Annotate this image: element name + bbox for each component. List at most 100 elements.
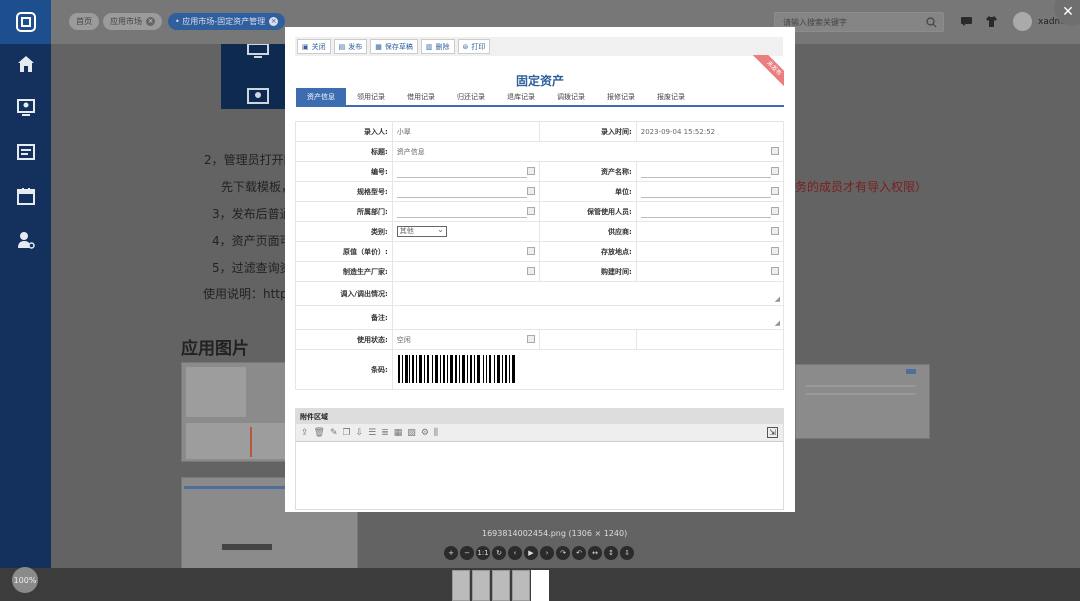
- list-icon[interactable]: ☰: [368, 428, 376, 438]
- download-icon[interactable]: ⇩: [356, 428, 364, 438]
- remark-textarea[interactable]: ◢: [391, 305, 785, 330]
- search-input[interactable]: 请输入搜索关键字: [774, 12, 944, 32]
- dept-field[interactable]: [391, 201, 540, 222]
- price-field[interactable]: [391, 241, 540, 262]
- button-label: 打印: [471, 42, 486, 51]
- asset-name-field[interactable]: [635, 161, 785, 182]
- maker-field[interactable]: [391, 261, 540, 282]
- code-field[interactable]: [391, 161, 540, 182]
- tab-scrap-records[interactable]: 报废记录: [646, 88, 696, 105]
- rotate-right-icon[interactable]: ↷: [556, 546, 570, 560]
- detail-list-icon[interactable]: ≣: [381, 428, 389, 438]
- filmstrip-thumb[interactable]: [472, 570, 490, 601]
- expand-icon[interactable]: ⇲: [767, 427, 778, 438]
- attachment-toolbar: ⇪ 🗑 ✎ ❐ ⇩ ☰ ≣ ▦ ▨ ⚙ ⫼ ⇲: [296, 424, 783, 442]
- status-field[interactable]: 空闲: [391, 329, 540, 350]
- screenshot-thumbnail[interactable]: [181, 362, 288, 462]
- settings-icon[interactable]: ⚙: [421, 428, 429, 438]
- play-icon[interactable]: ▶: [524, 546, 538, 560]
- record-time-value: 2023-09-04 15:52:52: [635, 121, 785, 142]
- location-field[interactable]: [635, 241, 785, 262]
- edit-icon[interactable]: ✎: [330, 428, 338, 438]
- flip-vertical-icon[interactable]: ↕: [604, 546, 618, 560]
- monitor-user-icon[interactable]: [0, 88, 51, 128]
- reset-icon[interactable]: ↻: [492, 546, 506, 560]
- shirt-icon[interactable]: [986, 16, 997, 27]
- upload-icon[interactable]: ⇪: [301, 428, 309, 438]
- field-label: 调入/调出情况:: [295, 281, 393, 306]
- flip-horizontal-icon[interactable]: ↔: [588, 546, 602, 560]
- user-picker-icon[interactable]: [526, 207, 535, 215]
- message-icon[interactable]: [961, 17, 972, 26]
- checkbox-icon: [771, 247, 779, 255]
- tab-withdraw-records[interactable]: 退库记录: [496, 88, 546, 105]
- field-label: 供应商:: [538, 221, 637, 242]
- download-icon[interactable]: ⇩: [620, 546, 634, 560]
- home-icon[interactable]: [0, 44, 51, 84]
- filmstrip-thumb[interactable]: [512, 570, 530, 601]
- category-select[interactable]: 其他: [396, 225, 447, 237]
- user-picker-icon[interactable]: [771, 207, 779, 215]
- tab-return-records[interactable]: 归还记录: [446, 88, 496, 105]
- tab-fixed-assets[interactable]: • 应用市场-固定资产管理 ×: [168, 13, 286, 30]
- actual-size-icon[interactable]: 1:1: [476, 546, 490, 560]
- filmstrip-thumb[interactable]: [492, 570, 510, 601]
- filmstrip-thumb-active[interactable]: [531, 570, 549, 601]
- grid-icon[interactable]: ▦: [394, 428, 403, 438]
- button-label: 发布: [348, 42, 363, 51]
- zoom-out-icon[interactable]: −: [460, 546, 474, 560]
- rotate-left-icon[interactable]: ↶: [572, 546, 586, 560]
- field-label: 条码:: [295, 349, 393, 390]
- form-title: 固定资产: [515, 74, 564, 88]
- avatar[interactable]: [1013, 12, 1032, 31]
- next-icon[interactable]: ›: [540, 546, 554, 560]
- tab-repair-records[interactable]: 报修记录: [596, 88, 646, 105]
- publish-button[interactable]: ▤ 发布: [333, 39, 368, 54]
- zoom-in-icon[interactable]: +: [444, 546, 458, 560]
- bg-line: 3，发布后普通: [212, 207, 292, 221]
- tab-label: 应用市场: [110, 17, 142, 26]
- bg-line[interactable]: 使用说明：https: [203, 285, 294, 302]
- delete-button[interactable]: ▥ 删除: [420, 39, 455, 54]
- tab-home[interactable]: 首页: [69, 13, 99, 30]
- tab-receive-records[interactable]: 领用记录: [346, 88, 396, 105]
- app-logo[interactable]: [0, 0, 51, 44]
- keeper-field[interactable]: [635, 201, 785, 222]
- close-icon[interactable]: ×: [146, 17, 155, 26]
- unit-field[interactable]: [635, 181, 785, 202]
- tab-asset-info[interactable]: 资产信息: [296, 88, 346, 105]
- prev-icon[interactable]: ‹: [508, 546, 522, 560]
- calendar-icon[interactable]: [771, 267, 779, 275]
- field-label: 存放地点:: [538, 241, 637, 262]
- search-icon[interactable]: [926, 17, 937, 28]
- tab-transfer-records[interactable]: 调拨记录: [546, 88, 596, 105]
- close-button[interactable]: ▣ 关闭: [297, 39, 331, 54]
- document-icon[interactable]: [0, 132, 51, 172]
- transfer-textarea[interactable]: ◢: [391, 281, 785, 306]
- checkbox-icon: [526, 167, 535, 175]
- calendar-icon[interactable]: [0, 176, 51, 216]
- checkbox-icon: [526, 267, 535, 275]
- resize-handle-icon[interactable]: ◢: [775, 319, 780, 327]
- tab-app-market[interactable]: 应用市场 ×: [103, 13, 162, 30]
- trash-icon[interactable]: 🗑: [314, 428, 325, 438]
- title-field[interactable]: 资产信息: [391, 141, 785, 162]
- field-label: 录入人:: [295, 121, 393, 142]
- print-button[interactable]: ⊜ 打印: [457, 39, 491, 54]
- search-placeholder: 请输入搜索关键字: [783, 18, 847, 27]
- field-label: 规格型号:: [295, 181, 393, 202]
- copy-icon[interactable]: ❐: [343, 428, 351, 438]
- tab-borrow-records[interactable]: 借用记录: [396, 88, 446, 105]
- user-settings-icon[interactable]: [0, 220, 51, 260]
- resize-handle-icon[interactable]: ◢: [775, 295, 780, 303]
- field-label: 编号:: [295, 161, 393, 182]
- close-icon[interactable]: ×: [269, 17, 279, 26]
- supplier-field[interactable]: [635, 221, 785, 242]
- image-view-icon[interactable]: ▨: [407, 428, 416, 438]
- screenshot-thumbnail[interactable]: [795, 364, 930, 439]
- filmstrip-thumb[interactable]: [452, 570, 470, 601]
- columns-icon[interactable]: ⫼: [434, 428, 438, 438]
- buy-date-field[interactable]: [635, 261, 785, 282]
- model-field[interactable]: [391, 181, 540, 202]
- save-draft-button[interactable]: ▦ 保存草稿: [370, 39, 418, 54]
